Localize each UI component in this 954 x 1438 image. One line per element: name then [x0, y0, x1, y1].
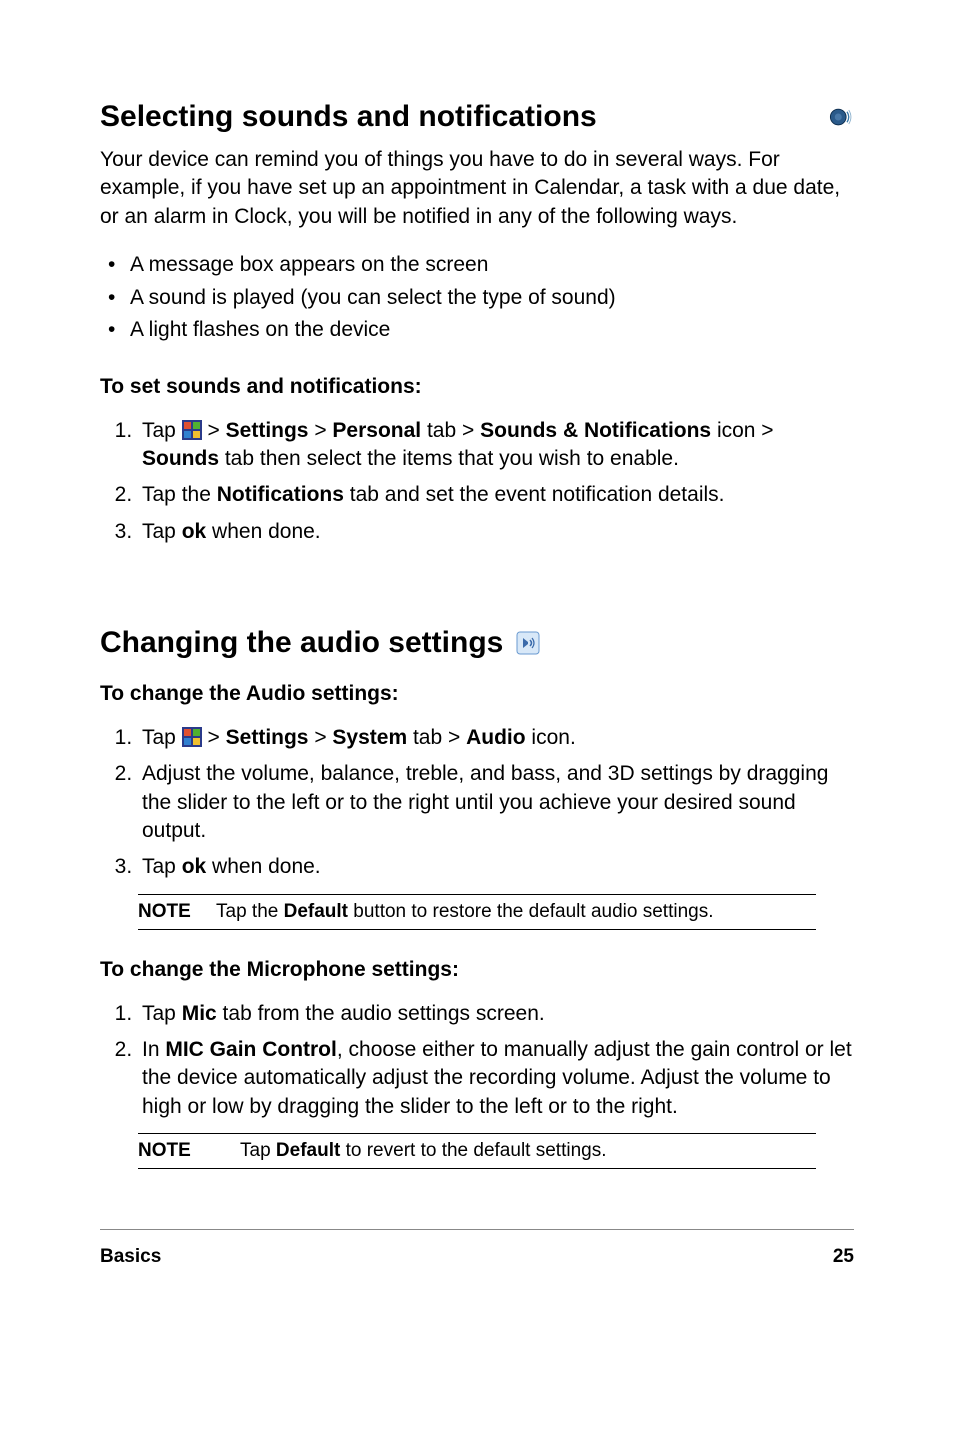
numbered-list: Tap > Settings > System tab > Audio icon…: [100, 724, 854, 882]
step-text: Tap: [142, 1002, 182, 1025]
bullet-item: A sound is played (you can select the ty…: [130, 282, 854, 315]
step-bold: Sounds: [142, 447, 219, 470]
section-heading: Selecting sounds and notifications: [100, 100, 597, 134]
audio-icon: [515, 630, 541, 656]
list-item: Tap > Settings > System tab > Audio icon…: [138, 724, 854, 752]
page-footer: Basics 25: [100, 1229, 854, 1268]
note-label: NOTE: [138, 1140, 216, 1162]
windows-flag-icon: [182, 420, 202, 440]
numbered-list: Tap Mic tab from the audio settings scre…: [100, 1000, 854, 1121]
footer-section: Basics: [100, 1246, 161, 1268]
note-label: NOTE: [138, 901, 192, 923]
step-text: >: [308, 726, 332, 749]
note-text: Tap Default to revert to the default set…: [240, 1140, 816, 1162]
step-bold: Personal: [332, 419, 421, 442]
step-bold: Settings: [226, 419, 309, 442]
list-item: Tap ok when done.: [138, 853, 854, 881]
footer-page-number: 25: [833, 1246, 854, 1268]
step-text: Tap: [142, 520, 182, 543]
note-box: NOTE Tap Default to revert to the defaul…: [138, 1133, 816, 1169]
step-text: when done.: [206, 520, 320, 543]
step-text: Tap: [142, 419, 182, 442]
list-item: Tap Mic tab from the audio settings scre…: [138, 1000, 854, 1028]
step-text: tab from the audio settings screen.: [217, 1002, 545, 1025]
subheading: To change the Microphone settings:: [100, 958, 854, 982]
step-bold: MIC Gain Control: [165, 1038, 337, 1061]
numbered-list: Tap > Settings > Personal tab > Sounds &…: [100, 417, 854, 546]
step-text: Tap the: [142, 483, 217, 506]
list-item: Tap > Settings > Personal tab > Sounds &…: [138, 417, 854, 474]
subheading: To change the Audio settings:: [100, 682, 854, 706]
bullet-item: A light flashes on the device: [130, 314, 854, 347]
list-item: Tap the Notifications tab and set the ev…: [138, 481, 854, 509]
step-bold: ok: [182, 520, 207, 543]
step-bold: ok: [182, 855, 207, 878]
section-heading-row: Changing the audio settings: [100, 626, 854, 660]
note-box: NOTE Tap the Default button to restore t…: [138, 894, 816, 930]
step-bold: System: [332, 726, 407, 749]
list-item: In MIC Gain Control, choose either to ma…: [138, 1036, 854, 1121]
step-bold: Audio: [466, 726, 525, 749]
bullet-list: A message box appears on the screen A so…: [100, 249, 854, 347]
section-heading: Changing the audio settings: [100, 626, 503, 660]
step-text: Tap: [142, 855, 182, 878]
speaker-icon: [826, 103, 854, 131]
step-text: tab >: [421, 419, 480, 442]
step-text: when done.: [206, 855, 320, 878]
step-bold: Sounds & Notifications: [480, 419, 711, 442]
windows-flag-icon: [182, 727, 202, 747]
step-text: In: [142, 1038, 165, 1061]
step-text: tab and set the event notification detai…: [344, 483, 725, 506]
bullet-item: A message box appears on the screen: [130, 249, 854, 282]
step-text: >: [202, 419, 226, 442]
step-bold: Mic: [182, 1002, 217, 1025]
list-item: Adjust the volume, balance, treble, and …: [138, 760, 854, 845]
subheading: To set sounds and notifications:: [100, 375, 854, 399]
list-item: Tap ok when done.: [138, 518, 854, 546]
section-heading-row: Selecting sounds and notifications: [100, 100, 854, 134]
step-text: icon >: [711, 419, 773, 442]
step-text: icon.: [526, 726, 576, 749]
step-bold: Settings: [226, 726, 309, 749]
step-bold: Notifications: [217, 483, 344, 506]
step-text: Tap: [142, 726, 182, 749]
step-text: tab then select the items that you wish …: [219, 447, 679, 470]
step-text: >: [202, 726, 226, 749]
step-text: tab >: [407, 726, 466, 749]
step-text: >: [308, 419, 332, 442]
intro-paragraph: Your device can remind you of things you…: [100, 146, 854, 231]
note-text: Tap the Default button to restore the de…: [216, 901, 816, 923]
